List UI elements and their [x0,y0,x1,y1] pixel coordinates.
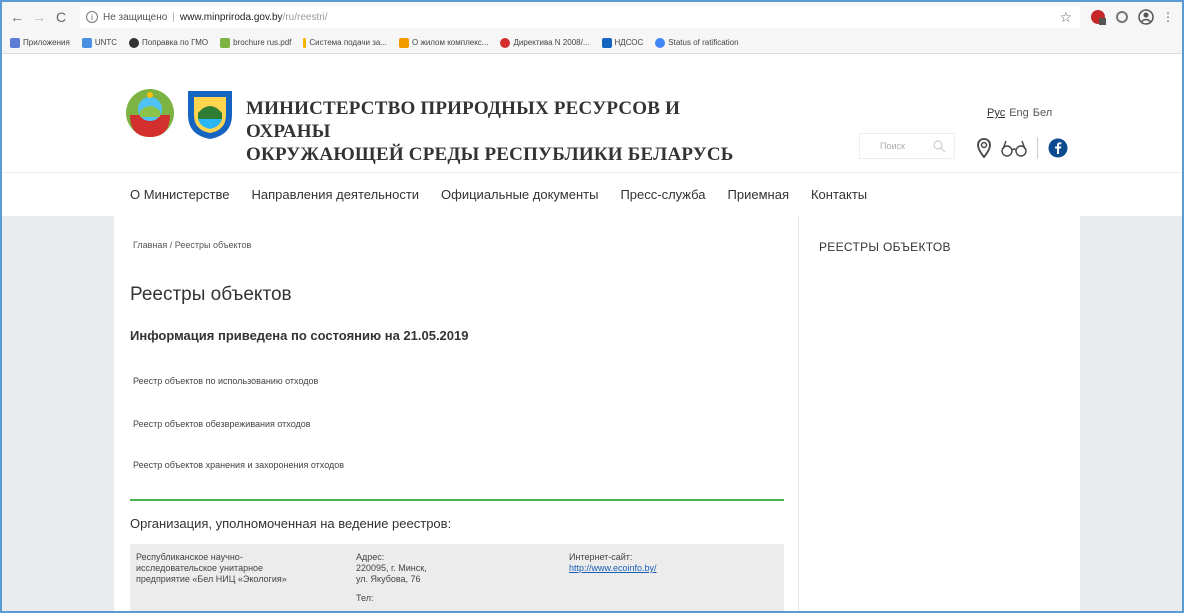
ministry-title-line2: ОКРУЖАЮЩЕЙ СРЕДЫ РЕСПУБЛИКИ БЕЛАРУСЬ [246,144,734,165]
menu-item-press[interactable]: Пресс-служба [620,187,705,202]
header-icons [977,137,1068,159]
menu-item-reception[interactable]: Приемная [728,187,789,202]
menu-dots-icon[interactable]: ⋮ [1162,10,1174,24]
bookmark-item[interactable]: Директива N 2008/... [500,37,590,48]
org-info-box: Республиканское научно- исследовательско… [130,544,784,611]
ministry-title-line1: МИНИСТЕРСТВО ПРИРОДНЫХ РЕСУРСОВ И ОХРАНЫ [246,98,681,142]
info-icon[interactable]: i [86,11,98,23]
ministry-emblem-icon[interactable] [184,85,236,141]
house-icon [399,37,410,48]
menu-item-ministry[interactable]: О Министерстве [130,187,229,202]
extension-circle-icon[interactable] [1114,9,1130,25]
breadcrumb[interactable]: Главная / Реестры объектов [133,240,251,250]
untc-icon [81,37,92,48]
lang-be-link[interactable]: Бел [1033,107,1052,119]
menu-item-activities[interactable]: Направления деятельности [251,187,419,202]
extension-icon[interactable] [1090,9,1106,25]
bookmark-item[interactable]: brochure rus.pdf [220,37,291,48]
ministry-title[interactable]: МИНИСТЕРСТВО ПРИРОДНЫХ РЕСУРСОВ И ОХРАНЫ… [246,97,766,166]
address-bar[interactable]: i Не защищено | www.minpriroda.gov.by/ru… [80,6,1080,28]
bookmark-item[interactable]: О жилом комплекс... [399,37,488,48]
language-switcher: Рус Eng Бел [987,107,1052,119]
globe-icon [129,37,140,48]
back-icon[interactable]: ← [8,8,26,26]
profile-icon[interactable] [1138,9,1154,25]
page-title: Реестры объектов [130,284,292,305]
apps-grid-icon [10,37,20,48]
registry-link-neutralization[interactable]: Реестр объектов обезвреживания отходов [133,419,311,429]
location-pin-icon[interactable] [977,138,991,158]
org-section-title: Организация, уполномоченная на ведение р… [130,516,452,531]
registry-link-storage[interactable]: Реестр объектов хранения и захоронения о… [133,460,344,470]
search-placeholder: Поиск [880,141,905,151]
main-menu: О Министерстве Направления деятельности … [2,172,1182,216]
bookmark-item[interactable]: Система подачи за... [303,37,387,48]
org-address: Адрес: 220095, г. Минск, ул. Якубова, 76… [356,552,427,603]
org-name: Республиканское научно- исследовательско… [136,552,287,584]
browser-toolbar: ← → C i Не защищено | www.minpriroda.gov… [2,2,1182,32]
bookmark-star-icon[interactable]: ☆ [1059,9,1072,26]
cloud-icon [601,37,612,48]
org-website-link[interactable]: http://www.ecoinfo.by/ [569,563,657,574]
reload-icon[interactable]: C [52,8,70,26]
icon-divider [1037,137,1038,159]
security-label: Не защищено [103,11,168,23]
glasses-icon[interactable] [1001,139,1027,157]
sidebar-title: РЕЕСТРЫ ОБЪЕКТОВ [819,240,951,254]
state-emblem-icon[interactable] [122,85,178,141]
search-icon[interactable] [932,139,946,153]
bookmark-item[interactable]: UNTC [81,37,117,48]
facebook-icon[interactable] [1048,138,1068,158]
info-date-subtitle: Информация приведена по состоянию на 21.… [130,328,469,343]
menu-item-documents[interactable]: Официальные документы [441,187,598,202]
lang-en-link[interactable]: Eng [1009,107,1029,119]
section-divider [130,499,784,501]
sidebar [798,216,1080,611]
org-phone-label: Тел: [356,593,374,603]
search-input[interactable]: Поиск [859,133,955,159]
bookmark-item[interactable]: НДСОС [601,37,643,48]
url-host: www.minpriroda.gov.by [179,11,283,23]
lang-ru-link[interactable]: Рус [987,107,1005,119]
directive-icon [500,37,511,48]
pdf-icon [220,37,231,48]
bookmark-item[interactable]: Приложения [10,37,70,48]
url-path: /ru/reestri/ [282,11,328,23]
menu-item-contacts[interactable]: Контакты [811,187,867,202]
bookmarks-bar: Приложения UNTC Поправка по ГМО brochure… [2,32,1182,54]
un-icon [655,37,666,48]
registry-link-use[interactable]: Реестр объектов по использованию отходов [133,376,318,386]
bookmark-item[interactable]: Status of ratification [655,37,739,48]
forward-icon[interactable]: → [30,8,48,26]
bar-icon [303,37,307,48]
org-website: Интернет-сайт: http://www.ecoinfo.by/ [569,552,657,574]
browser-window: ← → C i Не защищено | www.minpriroda.gov… [0,0,1184,613]
bookmark-item[interactable]: Поправка по ГМО [129,37,208,48]
omnibox-separator: | [172,11,175,23]
